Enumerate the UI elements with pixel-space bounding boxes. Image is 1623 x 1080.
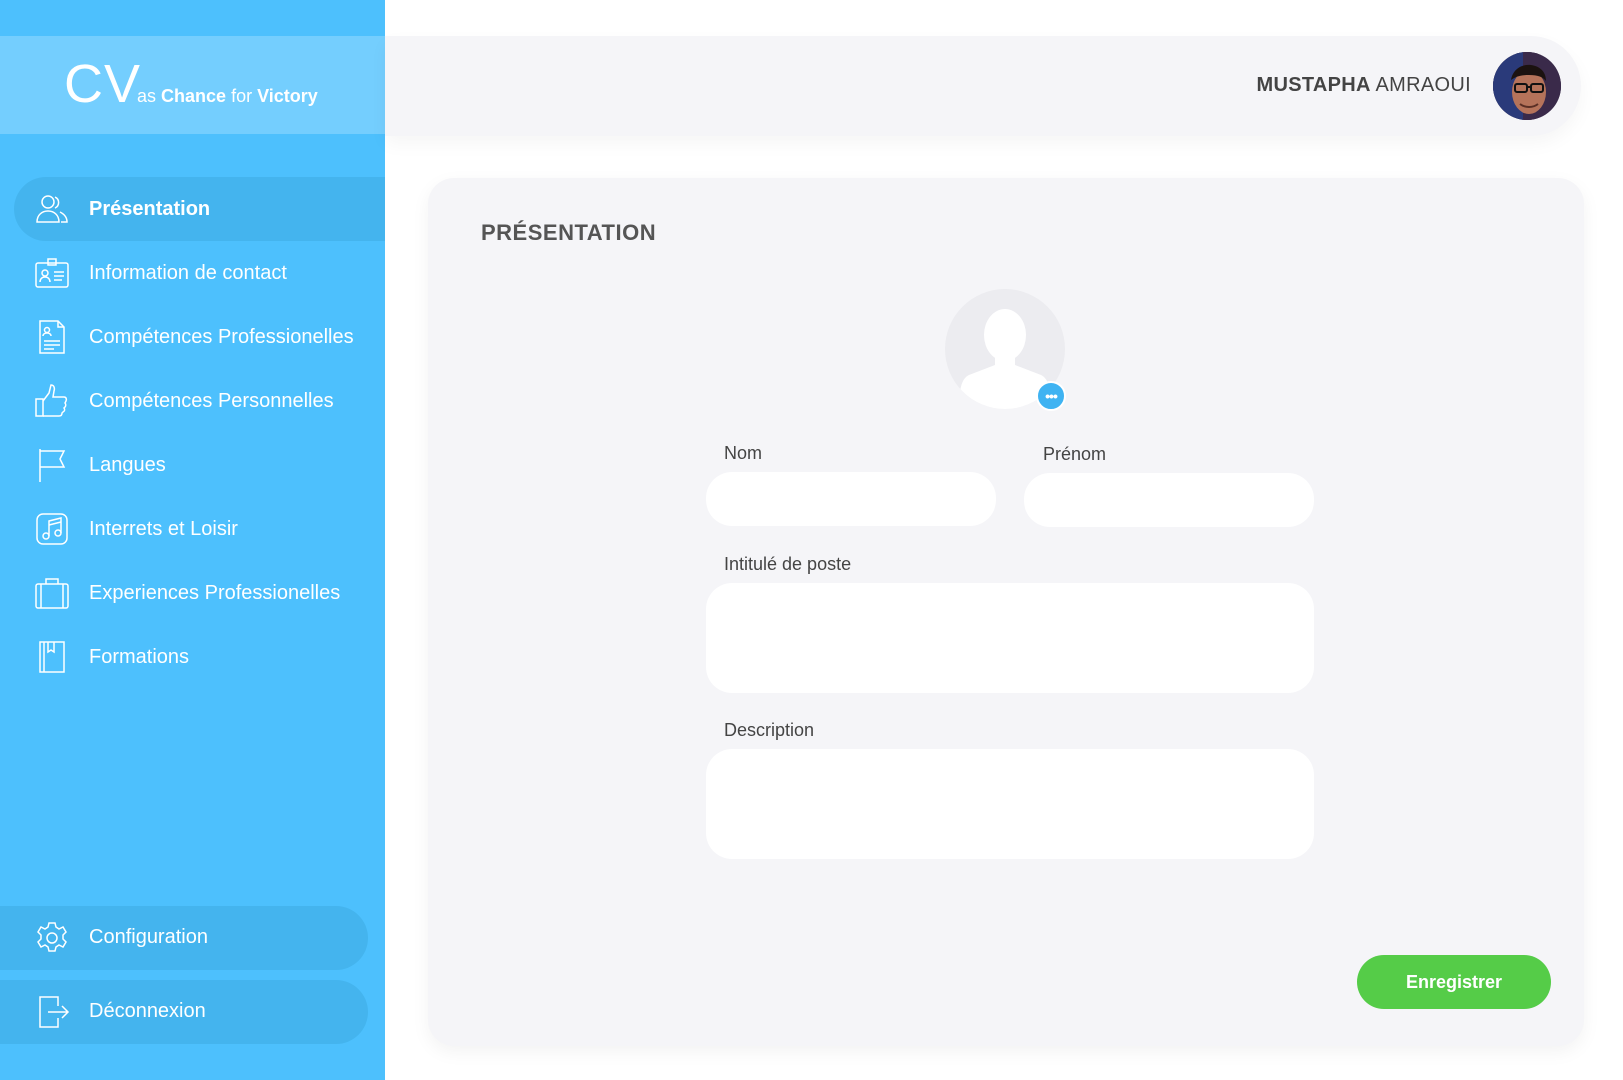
logout-button[interactable]: Déconnexion: [0, 980, 368, 1044]
intitule-label: Intitulé de poste: [724, 554, 852, 574]
page-title: PRÉSENTATION: [481, 220, 657, 245]
flag-icon: [39, 449, 66, 482]
logout-icon: [39, 996, 70, 1028]
nom-input[interactable]: [706, 472, 996, 526]
configuration-label: Configuration: [89, 926, 208, 948]
sidebar-item-formations[interactable]: Formations: [14, 625, 385, 689]
user-last-name: AMRAOUI: [1375, 74, 1471, 96]
sidebar-item-label: Compétences Personnelles: [89, 389, 334, 412]
music-icon: [36, 513, 68, 545]
avatar[interactable]: [1493, 52, 1561, 120]
gear-icon: [37, 922, 67, 952]
prenom-label: Prénom: [1043, 444, 1107, 464]
logo-for: for: [231, 86, 253, 106]
sidebar-item-label: Information de contact: [89, 261, 287, 284]
users-icon: [36, 195, 68, 223]
sidebar-item-label: Interrets et Loisir: [89, 517, 238, 540]
intitule-input[interactable]: [706, 583, 1314, 693]
presentation-card: PRÉSENTATION ••• Nom Prénom Intitulé de …: [428, 178, 1584, 1046]
prenom-input[interactable]: [1024, 473, 1314, 527]
sidebar-item-langues[interactable]: Langues: [14, 433, 385, 497]
logo-as: as: [137, 86, 157, 106]
user-first-name: MUSTAPHA: [1256, 74, 1371, 96]
sidebar-item-competences-perso[interactable]: Compétences Personnelles: [14, 369, 385, 433]
sidebar: CV as Chance for Victory Présentation In…: [0, 0, 385, 1080]
sidebar-item-label: Compétences Professionelles: [89, 325, 354, 348]
sidebar-item-experiences[interactable]: Experiences Professionelles: [14, 561, 385, 625]
logout-label: Déconnexion: [89, 1000, 206, 1022]
sidebar-item-label: Experiences Professionelles: [89, 581, 341, 604]
top-bar: MUSTAPHA AMRAOUI: [385, 36, 1581, 136]
user-name[interactable]: MUSTAPHA AMRAOUI: [1257, 74, 1471, 97]
briefcase-icon: [35, 578, 69, 609]
sidebar-item-label: Formations: [89, 645, 190, 668]
configuration-button[interactable]: Configuration: [0, 906, 368, 970]
avatar-photo: [1493, 52, 1561, 120]
sidebar-item-interrets[interactable]: Interrets et Loisir: [14, 497, 385, 561]
logo-cv-text: CV: [64, 54, 142, 114]
description-input[interactable]: [706, 749, 1314, 859]
save-button[interactable]: Enregistrer: [1357, 955, 1551, 1009]
sidebar-item-contact[interactable]: Information de contact: [14, 241, 385, 305]
logo[interactable]: CV as Chance for Victory: [0, 36, 385, 134]
logo-chance: Chance: [161, 86, 227, 106]
thumbs-up-icon: [35, 384, 68, 417]
logo-victory: Victory: [257, 86, 318, 106]
document-icon: [39, 320, 65, 354]
logo-tagline: as Chance for Victory: [137, 86, 318, 107]
sidebar-nav: Présentation Information de contact Comp…: [14, 177, 385, 689]
sidebar-item-label: Présentation: [89, 197, 211, 220]
sidebar-item-competences-pro[interactable]: Compétences Professionelles: [14, 305, 385, 369]
description-label: Description: [724, 720, 815, 740]
book-icon: [39, 641, 65, 673]
nom-label: Nom: [724, 443, 763, 463]
sidebar-item-presentation[interactable]: Présentation: [14, 177, 385, 241]
id-card-icon: [35, 258, 69, 288]
photo-options-button[interactable]: •••: [1036, 381, 1066, 411]
sidebar-item-label: Langues: [89, 453, 166, 476]
